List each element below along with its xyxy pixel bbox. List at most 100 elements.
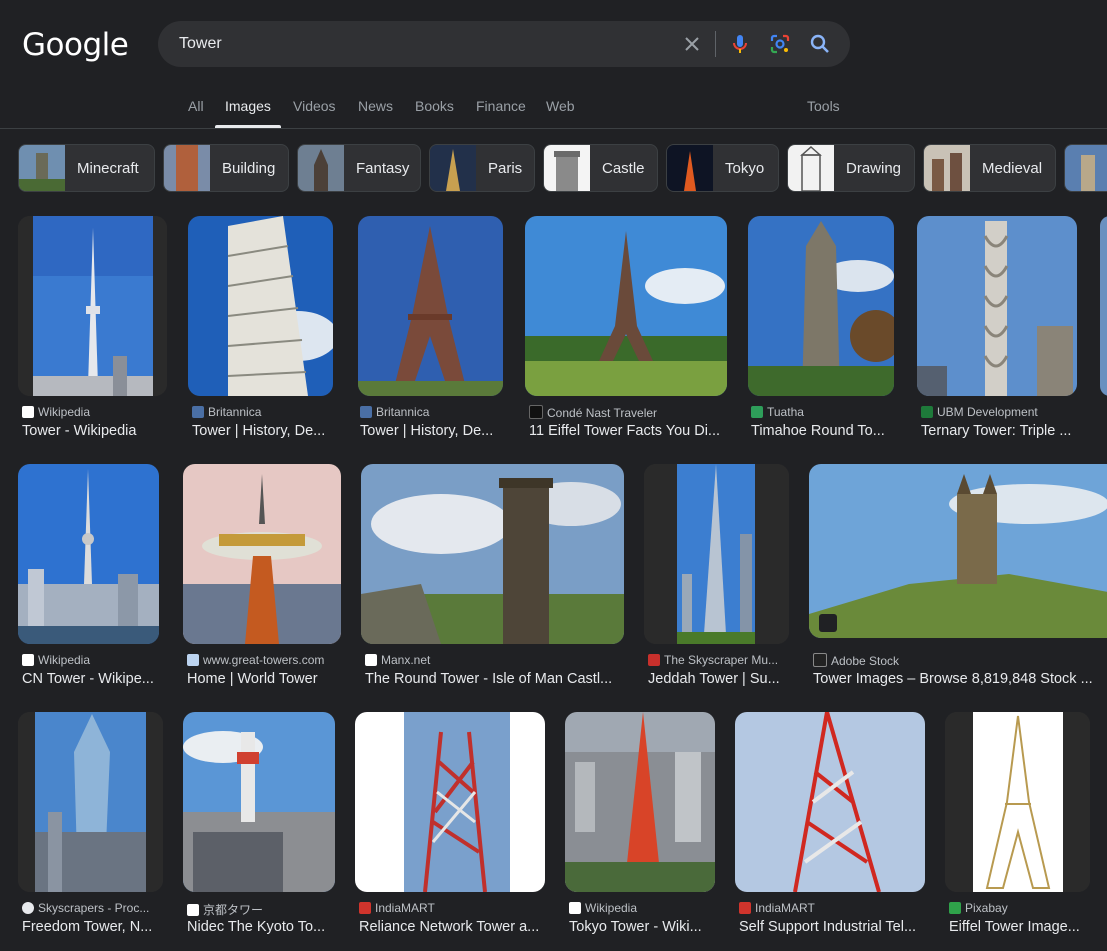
tab-all[interactable]: All xyxy=(188,98,204,114)
clear-icon[interactable] xyxy=(680,32,704,56)
chip-label: Castle xyxy=(602,160,645,177)
result-title[interactable]: Home | World Tower xyxy=(187,671,337,687)
result-title[interactable]: Tower | History, De... xyxy=(360,423,500,439)
result-image[interactable] xyxy=(18,216,167,396)
chip-thumbnail xyxy=(544,145,590,191)
result-title[interactable]: Tower Images – Browse 8,819,848 Stock ..… xyxy=(813,671,1093,687)
wikipedia-icon xyxy=(22,654,34,666)
result-source: IndiaMART xyxy=(359,901,545,915)
result-title[interactable]: CN Tower - Wikipe... xyxy=(22,671,157,687)
chip-paris[interactable]: Paris xyxy=(429,144,535,192)
result-image[interactable] xyxy=(1100,216,1107,396)
result-title[interactable]: 11 Eiffel Tower Facts You Di... xyxy=(529,423,724,439)
chip-label: Minecraft xyxy=(77,160,139,177)
tab-videos[interactable]: Videos xyxy=(293,98,336,114)
result-card[interactable]: Wikipedia Tokyo Tower - Wiki... xyxy=(565,712,715,936)
chip-thumbnail xyxy=(430,145,476,191)
result-card[interactable]: Britannica Tower | History, De... xyxy=(188,216,337,440)
result-image[interactable] xyxy=(809,464,1107,638)
chip-castle[interactable]: Castle xyxy=(543,144,658,192)
microphone-icon[interactable] xyxy=(728,32,752,56)
result-card[interactable]: IndiaMART Self Support Industrial Tel... xyxy=(735,712,925,936)
tab-finance[interactable]: Finance xyxy=(476,98,526,114)
result-card[interactable]: Britannica Tower | History, De... xyxy=(358,216,507,440)
result-title[interactable]: The Round Tower - Isle of Man Castl... xyxy=(365,671,620,687)
result-source: UBM Development xyxy=(921,405,1081,419)
result-title[interactable]: Ternary Tower: Triple ... xyxy=(921,423,1077,439)
result-card[interactable]: 京都タワー Nidec The Kyoto To... xyxy=(183,712,335,936)
result-image[interactable] xyxy=(183,712,335,892)
result-title[interactable]: Tower | History, De... xyxy=(192,423,332,439)
result-image[interactable] xyxy=(525,216,727,396)
result-title[interactable]: Reliance Network Tower a... xyxy=(359,919,545,935)
result-image[interactable] xyxy=(917,216,1077,396)
result-card[interactable]: UBM Development Ternary Tower: Triple ..… xyxy=(917,216,1081,440)
result-image[interactable] xyxy=(735,712,925,892)
result-source: Manx.net xyxy=(365,653,624,667)
result-card[interactable]: Condé Nast Traveler 11 Eiffel Tower Fact… xyxy=(525,216,727,440)
result-source: 京都タワー xyxy=(187,901,335,918)
result-image[interactable] xyxy=(945,712,1090,892)
tab-news[interactable]: News xyxy=(358,98,393,114)
indiamart-icon xyxy=(739,902,751,914)
result-card[interactable] xyxy=(1100,216,1107,440)
result-image[interactable] xyxy=(644,464,789,644)
search-input[interactable]: Tower xyxy=(179,35,222,53)
result-title[interactable]: Tower - Wikipedia xyxy=(22,423,167,439)
result-title[interactable]: Timahoe Round To... xyxy=(751,423,891,439)
result-title[interactable]: Freedom Tower, N... xyxy=(22,919,160,935)
result-card[interactable]: Wikipedia Tower - Wikipedia xyxy=(18,216,167,440)
tab-images[interactable]: Images xyxy=(225,98,271,114)
result-card[interactable]: IndiaMART Reliance Network Tower a... xyxy=(355,712,545,936)
result-image[interactable] xyxy=(748,216,894,396)
chip-label: Paris xyxy=(488,160,523,177)
result-card[interactable]: Manx.net The Round Tower - Isle of Man C… xyxy=(361,464,624,688)
chip-minecraft[interactable]: Minecraft xyxy=(18,144,155,192)
result-image[interactable] xyxy=(565,712,715,892)
result-card[interactable]: Pixabay Eiffel Tower Image... xyxy=(945,712,1090,936)
tab-web[interactable]: Web xyxy=(546,98,575,114)
chip-more[interactable] xyxy=(1064,144,1107,192)
result-image[interactable] xyxy=(18,712,163,892)
manx-icon xyxy=(365,654,377,666)
result-title[interactable]: Nidec The Kyoto To... xyxy=(187,919,332,935)
adobe-stock-icon xyxy=(813,653,827,667)
result-card[interactable]: Adobe Stock Tower Images – Browse 8,819,… xyxy=(809,464,1107,688)
chip-building[interactable]: Building xyxy=(163,144,289,192)
result-card[interactable]: The Skyscraper Mu... Jeddah Tower | Su..… xyxy=(644,464,789,688)
result-image[interactable] xyxy=(361,464,624,644)
pixabay-icon xyxy=(949,902,961,914)
result-image[interactable] xyxy=(355,712,545,892)
result-title[interactable]: Tokyo Tower - Wiki... xyxy=(569,919,709,935)
skyscrapers-icon xyxy=(22,902,34,914)
result-source: www.great-towers.com xyxy=(187,653,342,667)
chip-fantasy[interactable]: Fantasy xyxy=(297,144,421,192)
tools-button[interactable]: Tools xyxy=(807,98,840,114)
lens-icon[interactable] xyxy=(768,32,792,56)
result-title[interactable]: Self Support Industrial Tel... xyxy=(739,919,925,935)
search-icon[interactable] xyxy=(808,32,832,56)
chip-medieval[interactable]: Medieval xyxy=(923,144,1056,192)
chip-drawing[interactable]: Drawing xyxy=(787,144,915,192)
result-card[interactable]: www.great-towers.com Home | World Tower xyxy=(183,464,343,688)
chip-tokyo[interactable]: Tokyo xyxy=(666,144,779,192)
result-card[interactable]: Tuatha Timahoe Round To... xyxy=(748,216,896,440)
result-title[interactable]: Jeddah Tower | Su... xyxy=(648,671,786,687)
result-title[interactable]: Eiffel Tower Image... xyxy=(949,919,1090,935)
result-card[interactable]: Skyscrapers - Proc... Freedom Tower, N..… xyxy=(18,712,163,936)
chip-label: Fantasy xyxy=(356,160,410,177)
result-image[interactable] xyxy=(18,464,159,644)
result-image[interactable] xyxy=(188,216,333,396)
result-source: Wikipedia xyxy=(22,405,167,419)
search-box[interactable]: Tower xyxy=(158,21,850,67)
chip-label: Drawing xyxy=(846,160,902,177)
chip-thumbnail xyxy=(788,145,834,191)
result-image[interactable] xyxy=(183,464,341,644)
tab-books[interactable]: Books xyxy=(415,98,454,114)
result-image[interactable] xyxy=(358,216,503,396)
result-source: IndiaMART xyxy=(739,901,925,915)
conde-nast-icon xyxy=(529,405,543,419)
skyscraper-museum-icon xyxy=(648,654,660,666)
google-logo[interactable]: Google xyxy=(22,27,129,63)
result-card[interactable]: Wikipedia CN Tower - Wikipe... xyxy=(18,464,159,688)
